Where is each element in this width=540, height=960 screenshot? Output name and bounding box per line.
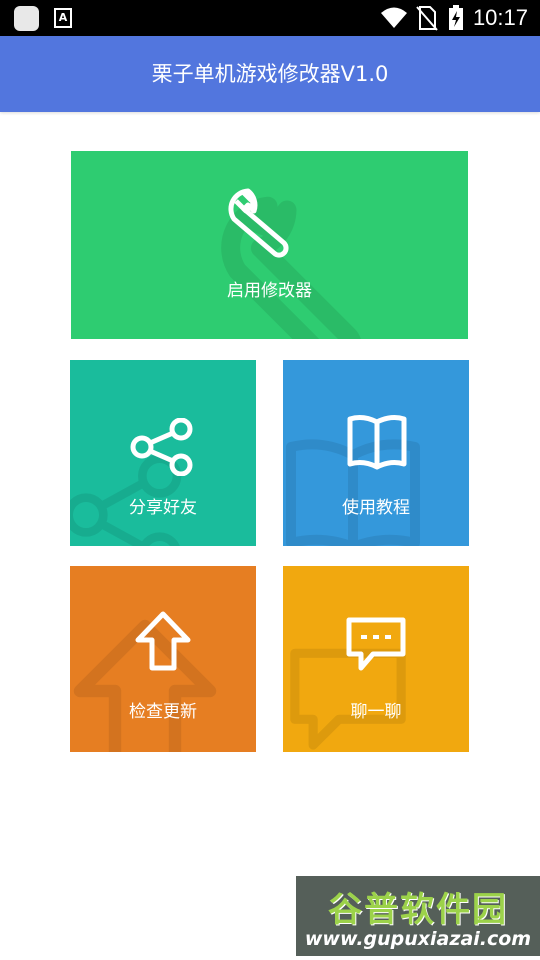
share-icon bbox=[130, 418, 193, 476]
watermark-logo: 谷普软件园 www.gupuxiazai.com bbox=[296, 876, 540, 956]
check-update-button[interactable]: 检查更新 bbox=[70, 566, 256, 752]
enable-modifier-label: 启用修改器 bbox=[227, 281, 312, 301]
app-bar: 栗子单机游戏修改器V1.0 bbox=[0, 36, 540, 112]
status-time: 10:17 bbox=[472, 5, 528, 30]
page-title: 栗子单机游戏修改器V1.0 bbox=[151, 62, 389, 86]
app-square-icon bbox=[14, 6, 39, 31]
battery-charging-icon bbox=[449, 5, 463, 30]
a-notification-icon: A bbox=[54, 8, 72, 28]
chat-bubble-icon bbox=[346, 617, 406, 671]
wifi-icon bbox=[381, 7, 407, 28]
status-bar: A 10:17 bbox=[0, 0, 540, 36]
watermark-title: 谷普软件园 bbox=[328, 890, 508, 930]
check-update-label: 检查更新 bbox=[129, 702, 197, 722]
tutorial-button[interactable]: 使用教程 bbox=[283, 360, 469, 546]
book-icon bbox=[347, 415, 407, 470]
enable-modifier-button[interactable]: 启用修改器 bbox=[71, 151, 468, 339]
watermark-url: www.gupuxiazai.com bbox=[304, 928, 532, 950]
no-sim-icon bbox=[416, 6, 438, 31]
chat-button[interactable]: 聊一聊 bbox=[283, 566, 469, 752]
wrench-icon bbox=[228, 188, 289, 258]
tutorial-label: 使用教程 bbox=[342, 498, 410, 518]
chat-label: 聊一聊 bbox=[350, 702, 402, 722]
share-friends-label: 分享好友 bbox=[129, 498, 197, 518]
share-friends-button[interactable]: 分享好友 bbox=[70, 360, 256, 546]
arrow-up-icon bbox=[135, 611, 191, 671]
